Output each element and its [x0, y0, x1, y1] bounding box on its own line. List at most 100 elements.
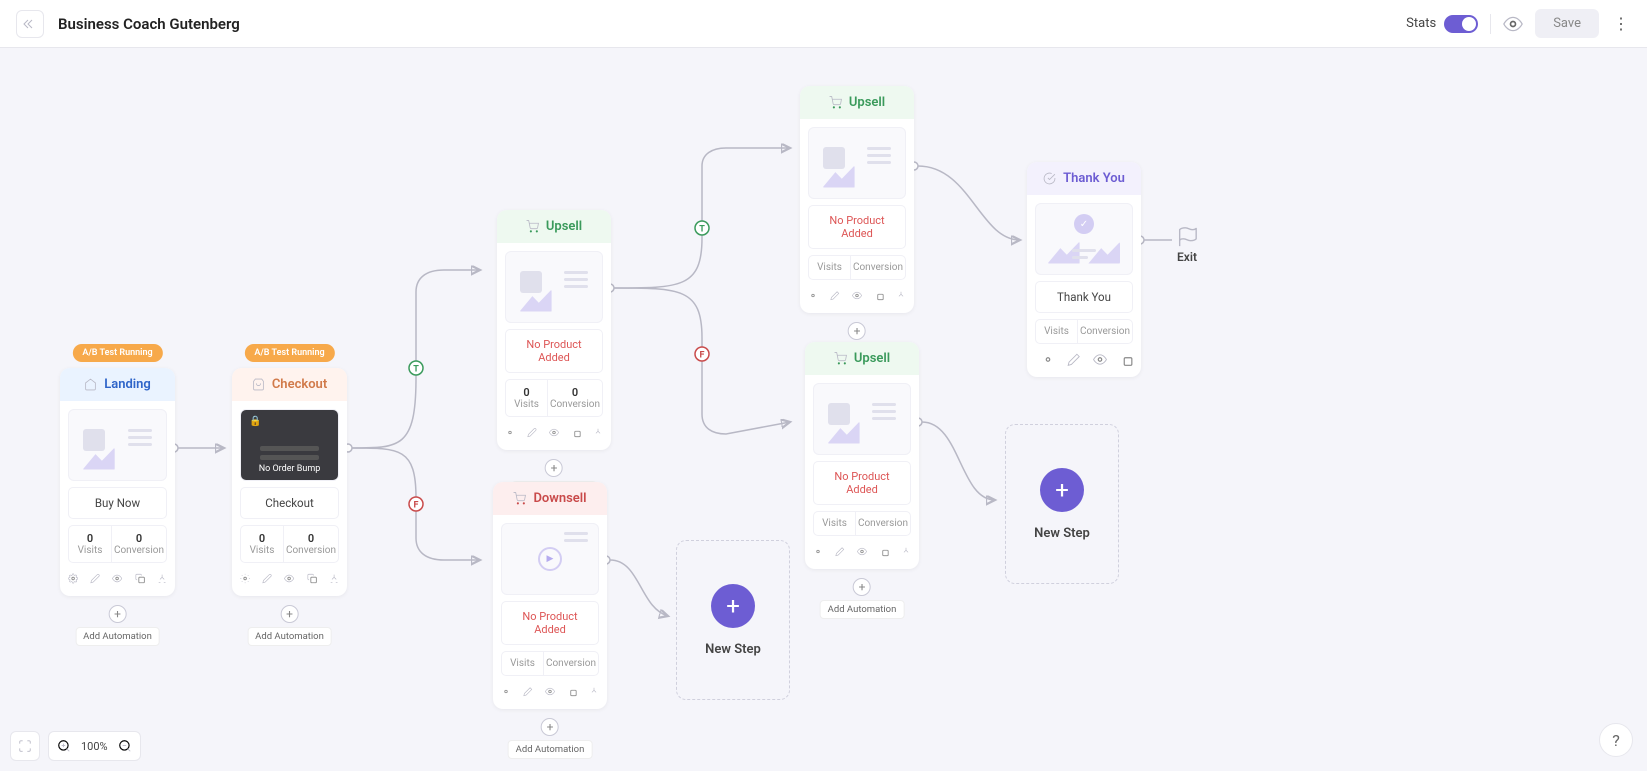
new-step-placeholder[interactable]: + New Step	[676, 540, 790, 700]
new-step-placeholder[interactable]: + New Step	[1005, 424, 1119, 584]
node-actions	[68, 563, 167, 588]
node-thumbnail: 🔒 No Order Bump	[240, 409, 339, 481]
split-icon[interactable]	[896, 288, 906, 303]
ab-badge: A/B Test Running	[244, 344, 334, 362]
node-stats: 0Visits 0Conversion	[240, 525, 339, 563]
node-thumbnail	[68, 409, 167, 481]
funnel-canvas[interactable]: T F T F A/B Test Running Landing Buy Now…	[0, 48, 1647, 771]
copy-icon[interactable]	[567, 684, 577, 699]
node-header: Upsell	[800, 86, 914, 119]
node-landing[interactable]: A/B Test Running Landing Buy Now 0Visits…	[60, 368, 175, 596]
svg-text:T: T	[413, 364, 419, 374]
node-downsell[interactable]: Downsell ▶ No Product Added Visits Conve…	[493, 482, 607, 709]
add-automation-label[interactable]: Add Automation	[820, 600, 905, 619]
gear-icon[interactable]	[1041, 352, 1055, 367]
split-icon[interactable]	[157, 571, 167, 586]
split-icon[interactable]	[901, 544, 911, 559]
node-actions	[501, 676, 599, 701]
node-stats: Visits Conversion	[813, 511, 911, 536]
split-icon[interactable]	[593, 425, 603, 440]
gear-icon[interactable]	[808, 288, 818, 303]
node-warning: No Product Added	[813, 461, 911, 505]
add-automation-label[interactable]: Add Automation	[247, 627, 332, 646]
fullscreen-button[interactable]	[10, 731, 40, 761]
eye-icon[interactable]	[549, 425, 559, 440]
gear-icon[interactable]	[505, 425, 515, 440]
new-step-label: New Step	[705, 642, 761, 657]
add-automation-button[interactable]: +	[108, 605, 126, 623]
node-actions	[813, 536, 911, 561]
node-thankyou[interactable]: Thank You ✓ Thank You Visits Conversion	[1027, 162, 1141, 377]
eye-icon[interactable]	[545, 684, 555, 699]
eye-icon[interactable]	[852, 288, 862, 303]
bag-icon	[252, 378, 265, 391]
edit-icon[interactable]	[1067, 352, 1081, 367]
edit-icon[interactable]	[835, 544, 845, 559]
help-button[interactable]: ?	[1599, 723, 1633, 757]
node-header: Thank You	[1027, 162, 1141, 195]
copy-icon[interactable]	[874, 288, 884, 303]
node-label: Thank You	[1035, 281, 1133, 313]
edit-icon[interactable]	[262, 571, 272, 586]
node-warning: No Product Added	[501, 601, 599, 645]
edit-icon[interactable]	[527, 425, 537, 440]
edit-icon[interactable]	[523, 684, 533, 699]
zoom-level: 100%	[81, 740, 108, 753]
zoom-out-icon[interactable]	[118, 739, 132, 753]
node-actions	[808, 280, 906, 305]
save-button[interactable]: Save	[1535, 9, 1599, 38]
node-upsell-3[interactable]: Upsell No Product Added Visits Conversio…	[805, 342, 919, 569]
node-thumbnail: ✓	[1035, 203, 1133, 275]
node-warning: No Product Added	[505, 329, 603, 373]
back-button[interactable]	[16, 10, 44, 38]
preview-icon[interactable]	[1503, 14, 1523, 34]
add-automation-button[interactable]: +	[848, 322, 866, 340]
edit-icon[interactable]	[830, 288, 840, 303]
gear-icon[interactable]	[813, 544, 823, 559]
edit-icon[interactable]	[90, 571, 100, 586]
stats-toggle[interactable]	[1444, 15, 1478, 33]
add-automation-button[interactable]: +	[545, 459, 563, 477]
gear-icon[interactable]	[68, 571, 78, 586]
svg-text:T: T	[699, 224, 705, 234]
zoom-in-icon[interactable]	[57, 739, 71, 753]
svg-text:F: F	[700, 350, 705, 360]
copy-icon[interactable]	[879, 544, 889, 559]
flag-icon	[1176, 226, 1198, 248]
node-upsell-1[interactable]: Upsell No Product Added 0Visits 0Convers…	[497, 210, 611, 450]
split-icon[interactable]	[329, 571, 339, 586]
app-header: Business Coach Gutenberg Stats Save ⋮	[0, 0, 1647, 48]
node-header: Landing	[60, 368, 175, 401]
copy-icon[interactable]	[1119, 352, 1133, 367]
cart-down-icon	[513, 492, 526, 505]
copy-icon[interactable]	[571, 425, 581, 440]
node-header: Downsell	[493, 482, 607, 515]
eye-icon[interactable]	[284, 571, 294, 586]
eye-icon[interactable]	[857, 544, 867, 559]
add-automation-label[interactable]: Add Automation	[75, 627, 160, 646]
add-automation-button[interactable]: +	[853, 578, 871, 596]
eye-icon[interactable]	[1093, 352, 1107, 367]
gear-icon[interactable]	[240, 571, 250, 586]
copy-icon[interactable]	[135, 571, 145, 586]
node-header: Upsell	[497, 210, 611, 243]
node-thumbnail	[505, 251, 603, 323]
node-label: Buy Now	[68, 487, 167, 519]
add-automation-button[interactable]: +	[541, 718, 559, 736]
gear-icon[interactable]	[501, 684, 511, 699]
check-circle-icon	[1043, 172, 1056, 185]
split-icon[interactable]	[589, 684, 599, 699]
node-checkout[interactable]: A/B Test Running Checkout 🔒 No Order Bum…	[232, 368, 347, 596]
node-actions	[240, 563, 339, 588]
copy-icon[interactable]	[307, 571, 317, 586]
node-stats: Visits Conversion	[501, 651, 599, 676]
plus-icon: +	[711, 584, 755, 628]
node-stats: Visits Conversion	[808, 255, 906, 280]
node-upsell-2[interactable]: Upsell No Product Added Visits Conversio…	[800, 86, 914, 313]
cart-icon	[834, 352, 847, 365]
eye-icon[interactable]	[112, 571, 122, 586]
add-automation-button[interactable]: +	[280, 605, 298, 623]
add-automation-label[interactable]: Add Automation	[508, 740, 593, 759]
more-menu-button[interactable]: ⋮	[1611, 14, 1631, 33]
node-stats: 0Visits 0Conversion	[68, 525, 167, 563]
